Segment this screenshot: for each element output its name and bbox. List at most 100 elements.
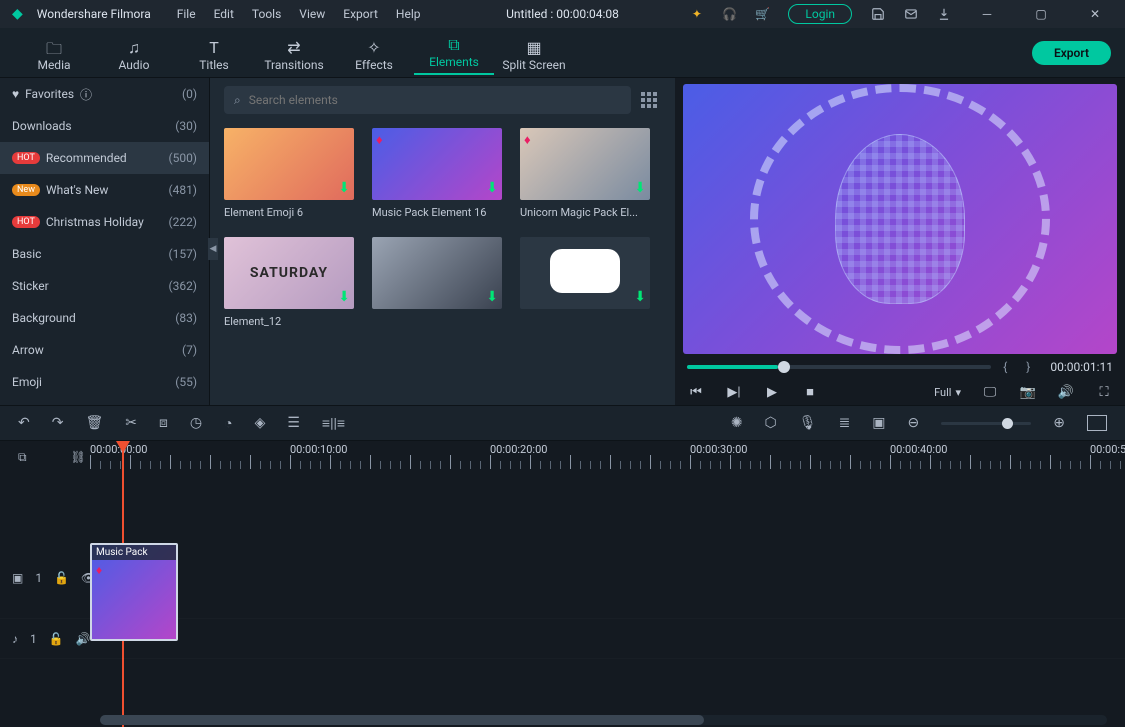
login-button[interactable]: Login bbox=[788, 4, 852, 24]
sidebar-item-count: (0) bbox=[182, 87, 197, 101]
nav-split-screen[interactable]: ▦Split Screen bbox=[494, 34, 574, 72]
snapshot-icon[interactable]: 📷 bbox=[1019, 385, 1037, 400]
mail-icon[interactable] bbox=[903, 7, 918, 22]
element-thumb[interactable]: ⬇ bbox=[520, 237, 650, 328]
keyframe-button[interactable]: ◈ bbox=[255, 415, 266, 431]
chevron-down-icon: ▾ bbox=[955, 386, 961, 399]
element-thumb[interactable]: ⬇ bbox=[372, 237, 502, 328]
preview-canvas[interactable] bbox=[683, 84, 1117, 354]
track-manager-icon[interactable]: ⧉ bbox=[18, 450, 27, 465]
sidebar-item-background[interactable]: Background(83) bbox=[0, 302, 209, 334]
menu-help[interactable]: Help bbox=[396, 7, 421, 21]
menu-view[interactable]: View bbox=[299, 7, 325, 21]
volume-icon[interactable]: 🔊 bbox=[1057, 385, 1075, 400]
zoom-in-button[interactable]: ⊕ bbox=[1053, 415, 1065, 431]
video-track[interactable]: ▣1 🔓 👁 Music Pack ♦ bbox=[0, 537, 1125, 619]
project-title: Untitled : 00:00:04:08 bbox=[506, 7, 619, 21]
nav-media[interactable]: 🗀Media bbox=[14, 34, 94, 72]
render-icon[interactable]: ✺ bbox=[731, 415, 743, 431]
timeline-ruler[interactable]: 00:00:00:00 00:00:10:00 00:00:20:00 00:0… bbox=[90, 441, 1125, 469]
display-icon[interactable]: 🖵 bbox=[981, 385, 999, 400]
search-input[interactable] bbox=[249, 93, 621, 107]
audio-track[interactable]: ♪1 🔓 🔊 bbox=[0, 619, 1125, 659]
quality-dropdown[interactable]: Full ▾ bbox=[934, 386, 961, 399]
playback-scrubber[interactable] bbox=[687, 365, 991, 369]
view-grid-icon[interactable] bbox=[641, 92, 661, 108]
info-icon[interactable]: ⓘ bbox=[80, 86, 92, 103]
mute-icon[interactable]: 🔊 bbox=[76, 632, 91, 646]
idea-icon[interactable]: ✦ bbox=[689, 7, 704, 22]
menu-file[interactable]: File bbox=[177, 7, 196, 21]
prev-frame-button[interactable]: ⏮ bbox=[687, 385, 705, 400]
redo-button[interactable]: ↷ bbox=[52, 415, 64, 431]
menu-tools[interactable]: Tools bbox=[252, 7, 281, 21]
sidebar-item-basic[interactable]: Basic(157) bbox=[0, 238, 209, 270]
timeline-scrollbar[interactable] bbox=[100, 715, 1107, 725]
zoom-slider[interactable] bbox=[941, 422, 1031, 425]
download-icon[interactable]: ⬇ bbox=[634, 180, 646, 196]
lock-icon[interactable]: 🔓 bbox=[54, 571, 69, 585]
cart-icon[interactable]: 🛒 bbox=[755, 7, 770, 22]
sidebar-item-count: (55) bbox=[175, 375, 197, 389]
sidebar-item-favorites[interactable]: ♥Favorites ⓘ(0) bbox=[0, 78, 209, 110]
sidebar-item-label: Basic bbox=[12, 247, 41, 261]
brace-markers[interactable]: { } bbox=[1003, 360, 1038, 374]
sidebar-item-emoji[interactable]: Emoji(55) bbox=[0, 366, 209, 398]
export-button[interactable]: Export bbox=[1032, 41, 1111, 65]
stop-start-button[interactable]: ▶| bbox=[725, 385, 743, 400]
sidebar-item-what-s-new[interactable]: NewWhat's New(481) bbox=[0, 174, 209, 206]
element-thumb[interactable]: ♦⬇Unicorn Magic Pack El... bbox=[520, 128, 650, 219]
menu-export[interactable]: Export bbox=[343, 7, 378, 21]
lock-icon[interactable]: 🔓 bbox=[49, 632, 64, 646]
adjust-button[interactable]: ☰ bbox=[287, 415, 300, 431]
thumb-image: ♦⬇ bbox=[520, 128, 650, 200]
download-icon[interactable]: ⬇ bbox=[338, 289, 350, 305]
nav-elements[interactable]: ⧉Elements bbox=[414, 31, 494, 75]
download-icon[interactable] bbox=[936, 7, 951, 22]
play-button[interactable]: ▶ bbox=[763, 385, 781, 400]
link-icon[interactable]: ⛓ bbox=[71, 450, 86, 464]
download-icon[interactable]: ⬇ bbox=[486, 180, 498, 196]
sidebar-item-christmas-holiday[interactable]: HOTChristmas Holiday(222) bbox=[0, 206, 209, 238]
maximize-button[interactable]: ▢ bbox=[1023, 0, 1059, 28]
save-icon[interactable] bbox=[870, 7, 885, 22]
color-button[interactable]: ◔ bbox=[224, 415, 232, 432]
sidebar-item-arrow[interactable]: Arrow(7) bbox=[0, 334, 209, 366]
sidebar-item-downloads[interactable]: Downloads(30) bbox=[0, 110, 209, 142]
nav-transitions[interactable]: ⇄Transitions bbox=[254, 34, 334, 72]
undo-button[interactable]: ↶ bbox=[18, 415, 30, 431]
close-button[interactable]: ✕ bbox=[1077, 0, 1113, 28]
delete-button[interactable]: 🗑 bbox=[85, 415, 103, 431]
support-icon[interactable]: 🎧 bbox=[722, 7, 737, 22]
thumb-image: SATURDAY⬇ bbox=[224, 237, 354, 309]
element-thumb[interactable]: SATURDAY⬇Element_12 bbox=[224, 237, 354, 328]
search-icon: ⌕ bbox=[234, 93, 241, 108]
zoom-fit-button[interactable] bbox=[1087, 415, 1107, 431]
sidebar-item-label: Christmas Holiday bbox=[46, 215, 144, 229]
download-icon[interactable]: ⬇ bbox=[634, 289, 646, 305]
sidebar-item-recommended[interactable]: HOTRecommended(500) bbox=[0, 142, 209, 174]
element-thumb[interactable]: ♦⬇Music Pack Element 16 bbox=[372, 128, 502, 219]
nav-effects[interactable]: ✧Effects bbox=[334, 34, 414, 72]
cut-button[interactable]: ✂ bbox=[125, 415, 137, 431]
zoom-out-button[interactable]: ⊖ bbox=[908, 415, 920, 431]
fullscreen-icon[interactable]: ⛶ bbox=[1095, 385, 1113, 400]
marker-icon[interactable]: ⬡ bbox=[765, 415, 777, 431]
audio-wave-icon[interactable]: ≡||≡ bbox=[322, 415, 345, 432]
sidebar-item-sticker[interactable]: Sticker(362) bbox=[0, 270, 209, 302]
download-icon[interactable]: ⬇ bbox=[338, 180, 350, 196]
download-icon[interactable]: ⬇ bbox=[486, 289, 498, 305]
sidebar-collapse-toggle[interactable]: ◀ bbox=[208, 238, 218, 260]
element-thumb[interactable]: ⬇Element Emoji 6 bbox=[224, 128, 354, 219]
minimize-button[interactable]: ─ bbox=[969, 0, 1005, 28]
mixer-icon[interactable]: ≣ bbox=[839, 415, 851, 431]
menu-edit[interactable]: Edit bbox=[214, 7, 234, 21]
nav-audio[interactable]: ♫Audio bbox=[94, 34, 174, 72]
stop-button[interactable]: ■ bbox=[801, 384, 819, 400]
nav-titles[interactable]: TTitles bbox=[174, 34, 254, 72]
speed-button[interactable]: ◷ bbox=[190, 415, 202, 431]
search-box[interactable]: ⌕ bbox=[224, 86, 631, 114]
voiceover-icon[interactable]: 🎙 bbox=[799, 415, 817, 431]
crop-button[interactable]: ⧈ bbox=[159, 415, 168, 431]
record-screen-icon[interactable]: ▣ bbox=[872, 415, 885, 431]
